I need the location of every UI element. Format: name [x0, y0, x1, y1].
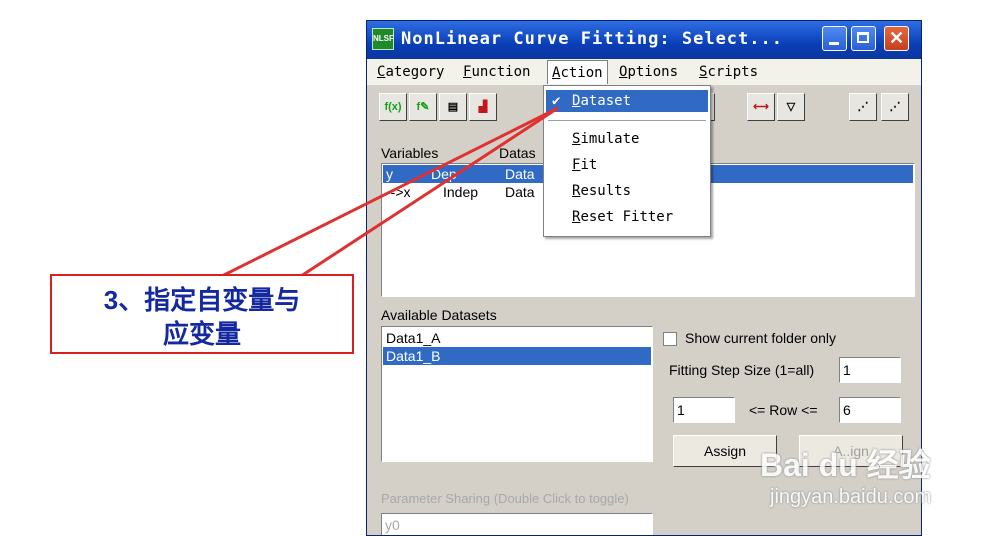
callout-text-line1: 3、指定自变量与 [103, 285, 301, 315]
menu-separator [548, 120, 706, 121]
iterate-many-icon[interactable]: ⋰ [881, 93, 909, 121]
dataset-item-data1-b[interactable]: Data1_B [383, 347, 651, 365]
show-current-folder-checkbox[interactable] [663, 332, 677, 346]
range-icon[interactable]: ⟷ [747, 93, 775, 121]
row-from-input[interactable]: 1 [673, 397, 735, 423]
available-datasets-label: Available Datasets [381, 307, 497, 323]
iterate-one-icon[interactable]: ⋰ [849, 93, 877, 121]
watermark-url: jingyan.baidu.com [770, 486, 932, 508]
menu-item-reset-fitter[interactable]: Reset Fitter [546, 206, 708, 228]
fitting-step-size-input[interactable]: 1 [839, 357, 901, 383]
menu-item-simulate[interactable]: Simulate [546, 128, 708, 150]
menu-item-fit[interactable]: Fit [546, 154, 708, 176]
row-range-label: <= Row <= [749, 402, 818, 418]
row-to-input[interactable]: 6 [839, 397, 901, 423]
parameter-sharing-label: Parameter Sharing (Double Click to toggl… [381, 491, 629, 506]
datasets-column-label: Datas [499, 145, 536, 161]
menu-function[interactable]: Function [459, 62, 534, 82]
menu-bar: Category Function Action Options Scripts [367, 59, 921, 85]
show-current-folder-label: Show current folder only [685, 330, 836, 346]
dataset-item-data1-a[interactable]: Data1_A [383, 329, 651, 347]
menu-category[interactable]: Category [373, 62, 448, 82]
weight-icon[interactable]: ▽ [777, 93, 805, 121]
menu-options[interactable]: Options [615, 62, 682, 82]
app-icon: NLSF [372, 28, 394, 50]
menu-item-dataset[interactable]: ✔ Dataset [546, 90, 708, 112]
chart-icon[interactable]: ▟ [469, 93, 497, 121]
watermark-logo: Bai du 经验 [760, 447, 931, 483]
menu-scripts[interactable]: Scripts [695, 62, 762, 82]
close-button[interactable]: ✕ [884, 26, 909, 51]
close-icon: ✕ [888, 28, 905, 48]
minimize-button[interactable] [822, 26, 847, 51]
available-datasets-list[interactable]: Data1_A Data1_B [381, 326, 653, 462]
function-define-icon[interactable]: ▤ [439, 93, 467, 121]
maximize-button[interactable] [851, 26, 876, 51]
parameter-item-y0[interactable]: y0 [385, 517, 400, 533]
menu-action[interactable]: Action [547, 60, 608, 84]
title-bar[interactable]: NLSF NonLinear Curve Fitting: Select... … [367, 21, 921, 59]
variables-label: Variables [381, 145, 439, 161]
fitting-step-size-label: Fitting Step Size (1=all) [669, 362, 815, 378]
function-new-icon[interactable]: f✎ [409, 93, 437, 121]
callout-text-line2: 应变量 [162, 319, 241, 349]
annotation-callout: 3、指定自变量与 应变量 [50, 274, 354, 354]
parameter-sharing-list[interactable]: y0 [381, 513, 653, 535]
window-title: NonLinear Curve Fitting: Select... [401, 29, 783, 49]
menu-item-results[interactable]: Results [546, 180, 708, 202]
function-edit-icon[interactable]: f(x) [379, 93, 407, 121]
check-icon: ✔ [552, 93, 561, 109]
action-dropdown-menu: ✔ Dataset Simulate Fit Results Reset Fit… [543, 85, 711, 237]
baidu-watermark: Bai du 经验 jingyan.baidu.com [760, 440, 960, 520]
